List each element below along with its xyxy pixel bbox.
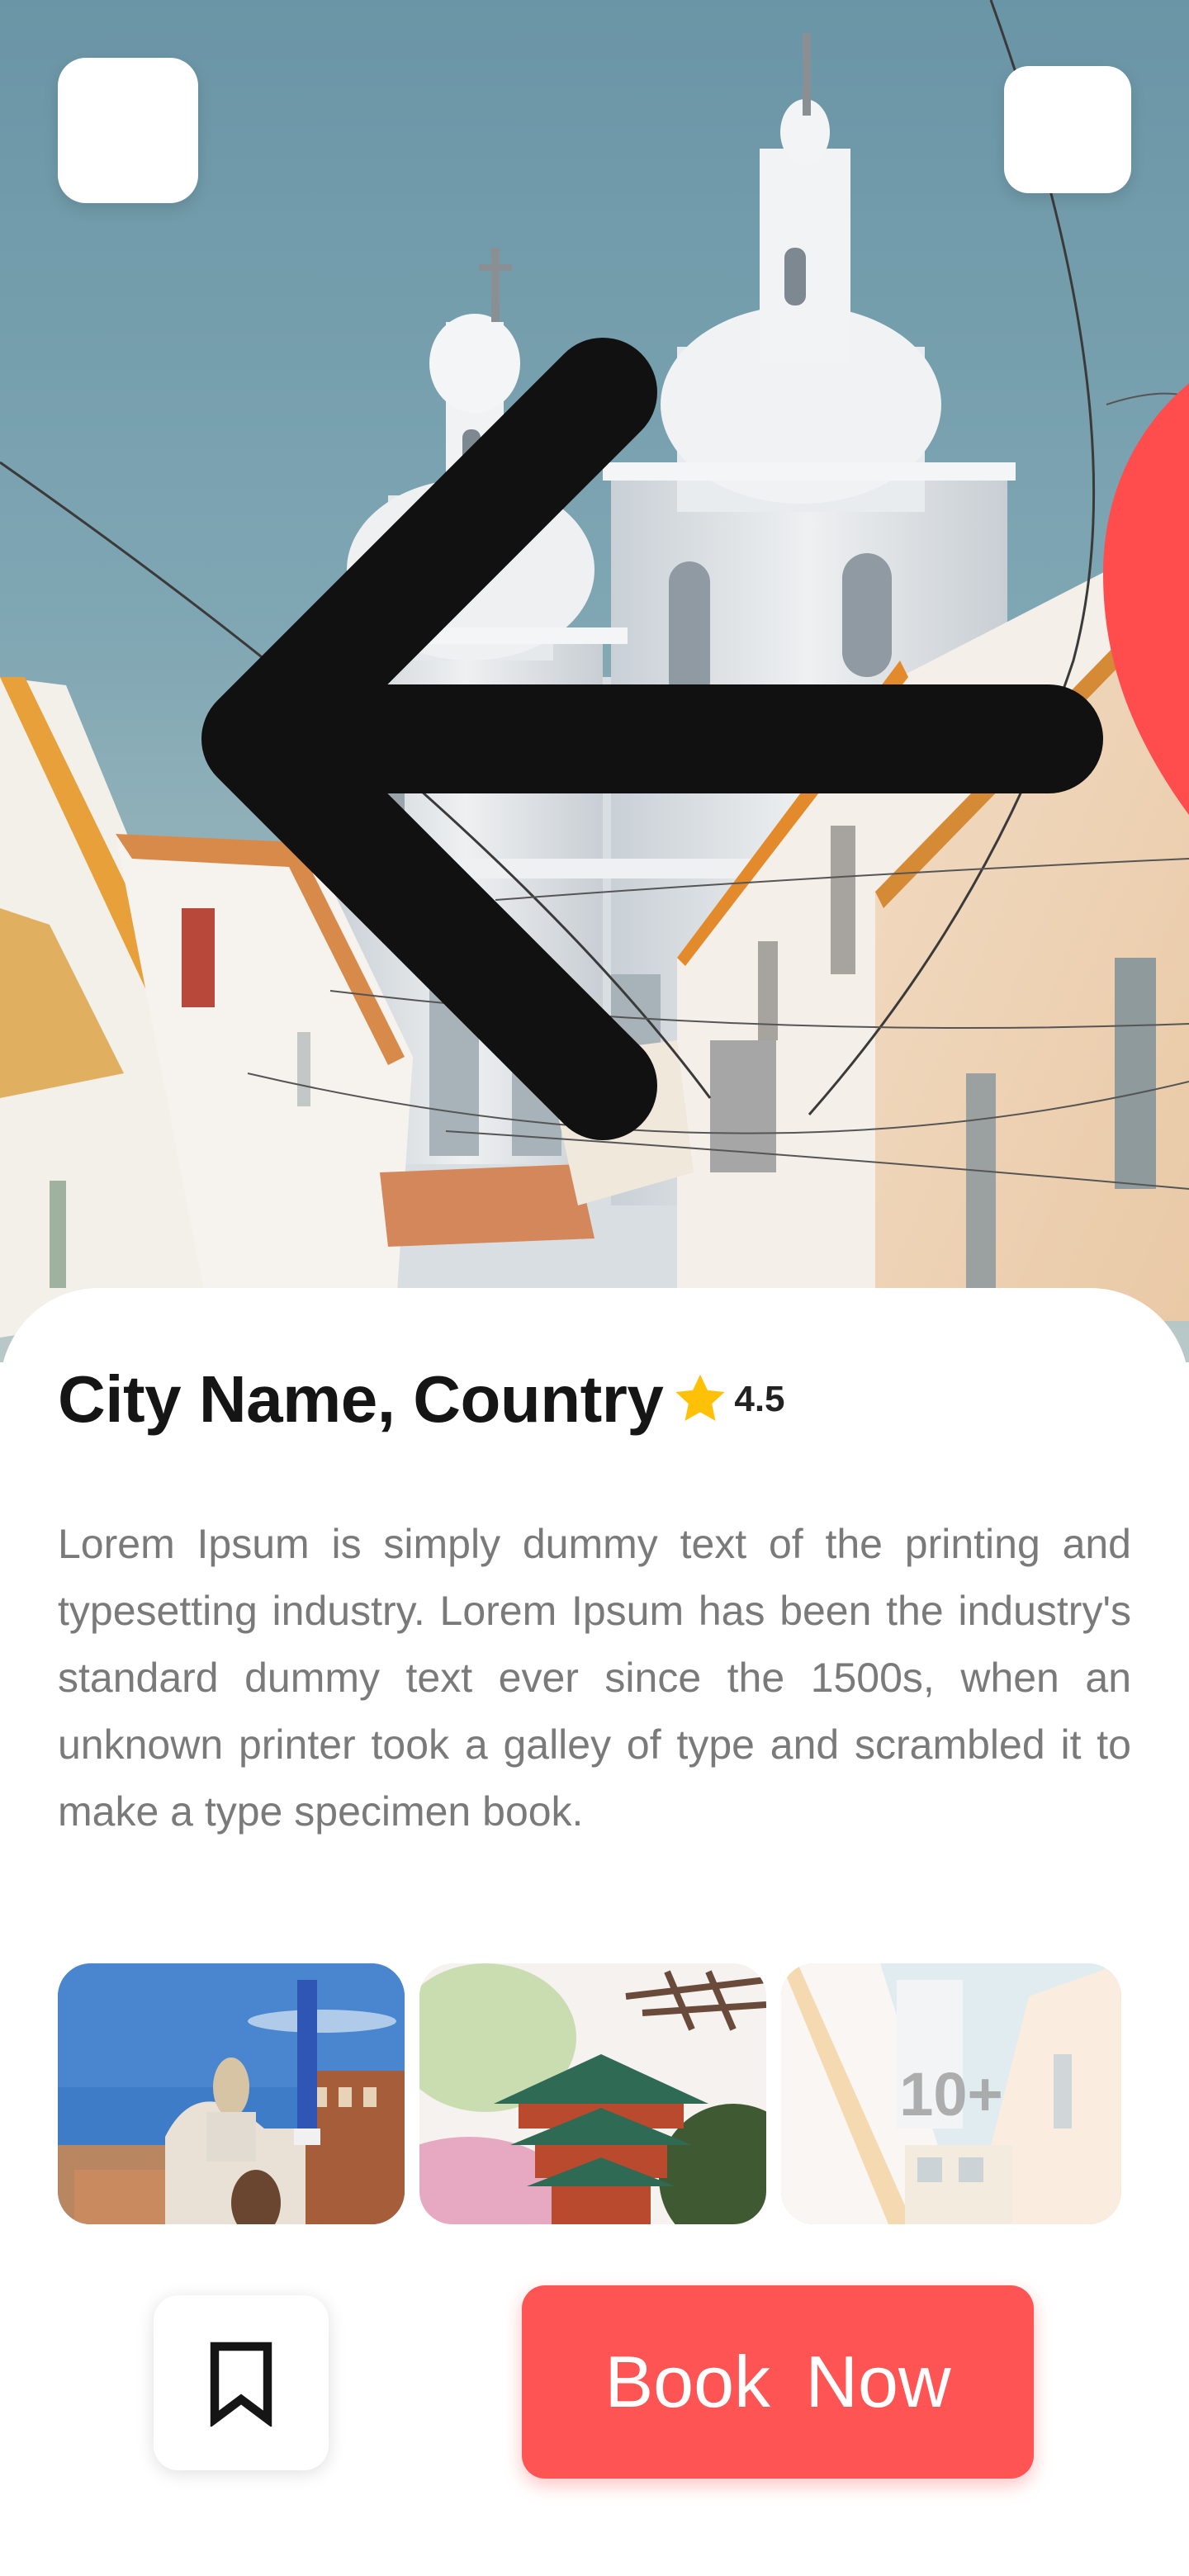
bookmark-icon: [210, 2342, 272, 2427]
destination-title: City Name, Country: [58, 1362, 664, 1436]
hero-image: [0, 0, 1189, 1362]
back-button[interactable]: [58, 58, 1103, 1140]
more-photos-count: 10+: [899, 2059, 1003, 2129]
gallery-thumbnail-1[interactable]: [58, 1963, 405, 2224]
book-now-label: Book Now: [604, 2341, 951, 2422]
gallery-thumbnail-more[interactable]: 10+: [781, 1963, 1121, 2224]
more-photos-overlay: 10+: [781, 1963, 1121, 2224]
book-now-button[interactable]: Book Now: [522, 2285, 1034, 2479]
favorite-button[interactable]: [1004, 66, 1189, 816]
heart-icon: [1103, 383, 1189, 816]
rating-value: 4.5: [734, 1379, 785, 1419]
photo-gallery: 10+: [58, 1963, 1131, 2224]
gallery-thumbnail-2[interactable]: [419, 1963, 766, 2224]
star-icon: [670, 1369, 731, 1430]
bookmark-button[interactable]: [154, 2295, 329, 2470]
title-row: City Name, Country 4.5: [58, 1354, 785, 1445]
destination-description: Lorem Ipsum is simply dummy text of the …: [58, 1521, 1131, 1835]
